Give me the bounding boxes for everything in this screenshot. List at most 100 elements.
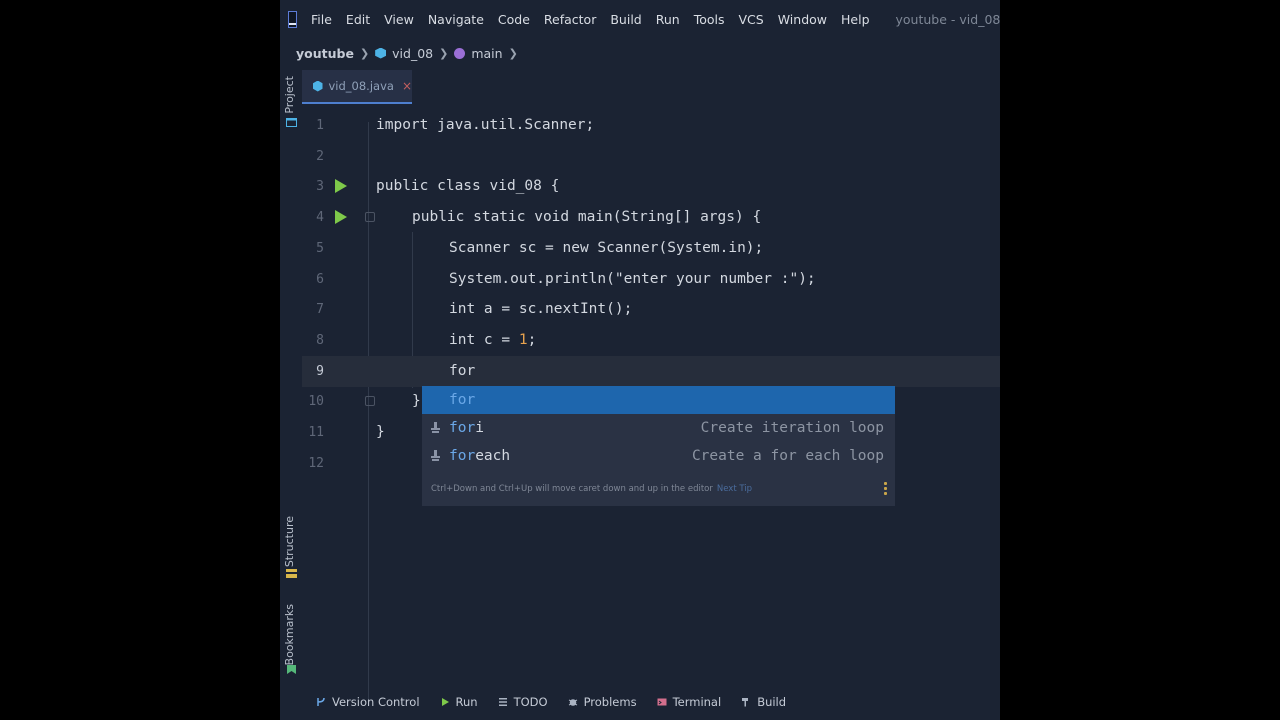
menu-code[interactable]: Code (498, 12, 530, 27)
completion-name: for (449, 392, 476, 408)
left-tool-stripe: Project Structure Bookmarks (280, 66, 302, 680)
menu-edit[interactable]: Edit (346, 12, 370, 27)
tool-label: Terminal (672, 695, 722, 709)
tool-label: Build (757, 695, 787, 709)
completion-description: Create iteration loop (700, 420, 884, 436)
current-code-line: 9 for (302, 356, 1000, 387)
completion-tip: Ctrl+Down and Ctrl+Up will move caret do… (431, 484, 753, 494)
menu-tools[interactable]: Tools (694, 12, 725, 27)
live-template-icon (431, 422, 440, 433)
branch-icon (317, 697, 325, 706)
bug-icon (568, 699, 577, 706)
breadcrumb-project[interactable]: youtube (296, 46, 354, 61)
code-text: public class vid_08 { (376, 178, 560, 194)
menu-refactor[interactable]: Refactor (544, 12, 596, 27)
line-number: 7 (316, 302, 324, 317)
number-literal: 1 (518, 332, 528, 348)
menu-view[interactable]: View (384, 12, 414, 27)
line-number: 1 (316, 118, 324, 133)
tab-label: vid_08.java (328, 79, 394, 93)
code-text: } (376, 424, 385, 440)
structure-icon[interactable] (286, 569, 297, 578)
java-class-icon (375, 47, 387, 59)
code-text: for (449, 363, 476, 379)
tab-vid-08-java[interactable]: vid_08.java × (302, 70, 412, 104)
breadcrumb: youtube ❯ vid_08 ❯ main ❯ (296, 44, 524, 62)
close-icon[interactable]: × (402, 79, 412, 93)
tool-label: Run (455, 695, 478, 709)
line-number: 8 (316, 333, 324, 348)
bottom-tool-bar: Version Control Run TODO Problems Termin… (280, 684, 1000, 720)
code-line: 3 public class vid_08 { (302, 171, 1000, 202)
breadcrumb-file[interactable]: vid_08 (392, 46, 433, 61)
fold-icon[interactable] (365, 212, 375, 222)
menu-bar: File Edit View Navigate Code Refactor Bu… (280, 0, 1000, 38)
menu-build[interactable]: Build (610, 12, 641, 27)
code-text: import java.util.Scanner; (376, 117, 595, 133)
project-folder-icon[interactable] (286, 118, 297, 127)
tool-label: TODO (513, 695, 548, 709)
line-number: 10 (308, 394, 324, 409)
fold-icon[interactable] (365, 396, 375, 406)
breadcrumb-method[interactable]: main (471, 46, 502, 61)
line-number: 9 (316, 364, 324, 379)
code-line: 8 int c = 1; (302, 325, 1000, 356)
completion-name: foreach (449, 448, 511, 464)
menu-help[interactable]: Help (841, 12, 870, 27)
terminal-icon (657, 698, 667, 706)
method-icon (454, 47, 466, 59)
chevron-right-icon: ❯ (508, 46, 518, 60)
more-options-icon[interactable] (884, 482, 887, 495)
run-gutter-icon[interactable] (335, 179, 347, 193)
code-text: Scanner sc = new Scanner(System.in); (449, 240, 764, 256)
code-line: 6 System.out.println("enter your number … (302, 264, 1000, 295)
line-number: 11 (308, 425, 324, 440)
run-tool[interactable]: Run (440, 695, 478, 709)
menu-file[interactable]: File (311, 12, 332, 27)
bookmarks-tool-button[interactable]: Bookmarks (283, 604, 296, 665)
run-icon (441, 698, 449, 706)
ide-window: File Edit View Navigate Code Refactor Bu… (280, 0, 1000, 720)
hammer-icon (742, 698, 749, 707)
code-line: 1 import java.util.Scanner; (302, 110, 1000, 141)
run-gutter-icon[interactable] (335, 210, 347, 224)
intellij-logo-icon[interactable] (288, 10, 297, 28)
menu-run[interactable]: Run (656, 12, 680, 27)
completion-item[interactable]: fori Create iteration loop (422, 414, 895, 442)
code-text: } (412, 393, 421, 409)
problems-tool[interactable]: Problems (568, 695, 637, 709)
menu-vcs[interactable]: VCS (739, 12, 764, 27)
java-file-icon (313, 80, 323, 92)
build-tool[interactable]: Build (741, 695, 786, 709)
line-number: 6 (316, 272, 324, 287)
completion-item[interactable]: foreach Create a for each loop (422, 442, 895, 470)
todo-list-icon (498, 698, 507, 706)
code-text: public static void main(String[] args) { (412, 209, 762, 225)
completion-popup: for fori Create iteration loop foreach C… (422, 386, 895, 506)
tool-label: Version Control (332, 695, 420, 709)
todo-tool[interactable]: TODO (498, 695, 548, 709)
structure-tool-button[interactable]: Structure (283, 516, 296, 567)
next-tip-link[interactable]: Next Tip (717, 484, 752, 494)
menu-navigate[interactable]: Navigate (428, 12, 484, 27)
line-number: 4 (316, 210, 324, 225)
chevron-right-icon: ❯ (359, 46, 370, 60)
line-number: 12 (308, 456, 324, 471)
code-segment: int c = (449, 332, 519, 348)
menu-window[interactable]: Window (778, 12, 827, 27)
bookmark-icon[interactable] (286, 665, 297, 674)
tool-label: Problems (583, 695, 637, 709)
code-line: 7 int a = sc.nextInt(); (302, 294, 1000, 325)
completion-item[interactable]: for (422, 386, 895, 414)
version-control-tool[interactable]: Version Control (316, 695, 420, 709)
line-number: 5 (316, 241, 324, 256)
terminal-tool[interactable]: Terminal (657, 695, 722, 709)
code-line: 4 public static void main(String[] args)… (302, 202, 1000, 233)
project-tool-button[interactable]: Project (283, 76, 296, 114)
code-line: 2 (302, 141, 1000, 172)
code-segment: ; (527, 332, 537, 348)
completion-description: Create a for each loop (691, 448, 884, 464)
line-number: 2 (316, 149, 324, 164)
completion-name: fori (449, 420, 484, 436)
code-text: int c = 1; (449, 325, 536, 356)
